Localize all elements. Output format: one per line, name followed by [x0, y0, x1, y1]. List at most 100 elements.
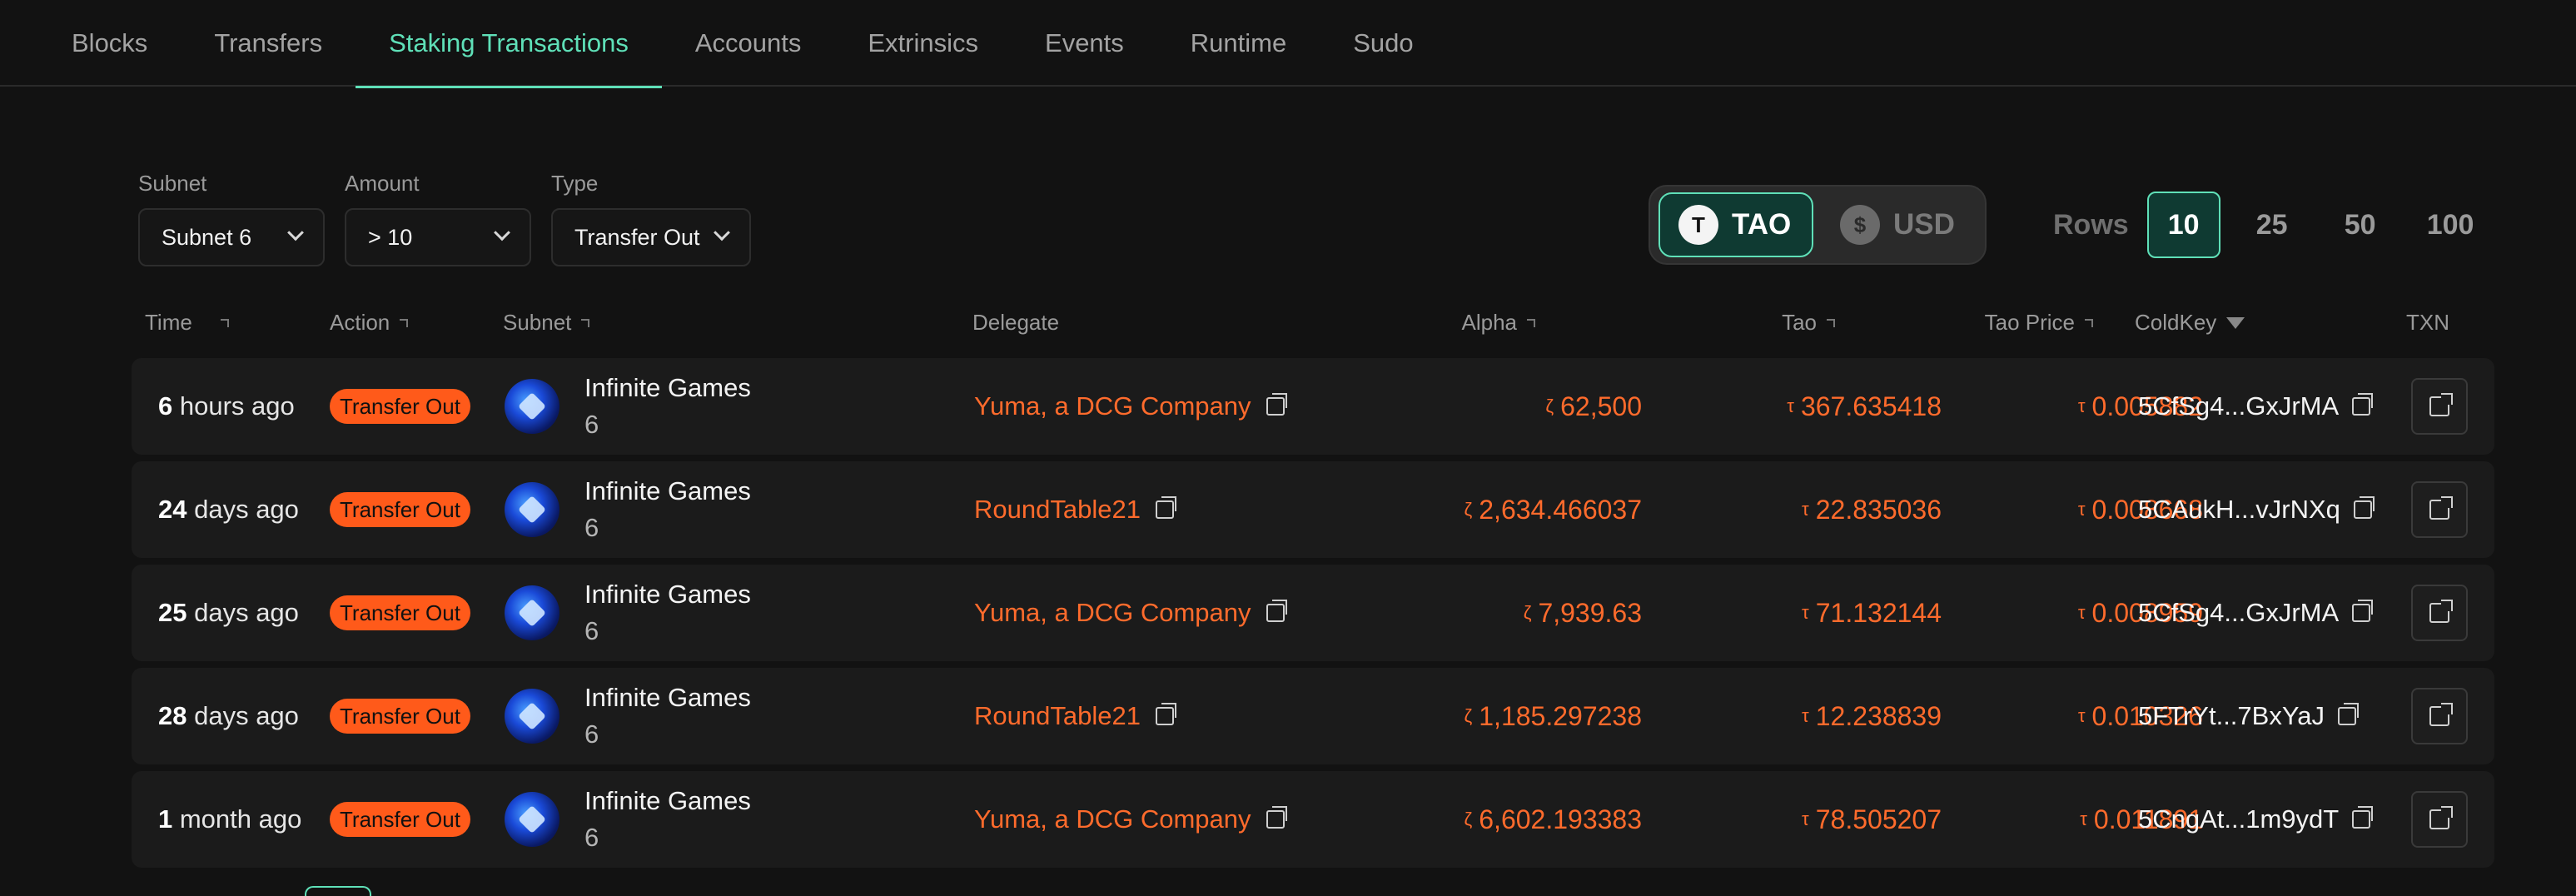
table-row[interactable]: 24 days ago Transfer Out Infinite Games …	[132, 461, 2494, 558]
time-unit: hours ago	[172, 391, 295, 421]
subnet-avatar	[505, 689, 559, 744]
alpha-amount: 7,939.63	[1538, 597, 1642, 628]
subnet-filter: Subnet Subnet 6	[138, 171, 325, 266]
currency-tao-button[interactable]: T TAO	[1658, 192, 1813, 257]
txn-button[interactable]	[2411, 585, 2468, 641]
copy-icon[interactable]	[2352, 600, 2374, 622]
rows-option-100[interactable]: 100	[2412, 192, 2489, 258]
tab-events[interactable]: Events	[1012, 0, 1157, 87]
header-subnet-label: Subnet	[503, 310, 572, 335]
copy-icon[interactable]	[1266, 393, 1287, 416]
header-tao[interactable]: Tao	[1782, 310, 1835, 336]
delegate-link[interactable]: RoundTable21	[974, 461, 1176, 558]
coldkey-link[interactable]: 5CAukH...vJrNXq	[2138, 461, 2375, 558]
rows-option-25[interactable]: 25	[2235, 192, 2309, 258]
copy-icon[interactable]	[2337, 703, 2359, 725]
tab-extrinsics[interactable]: Extrinsics	[834, 0, 1012, 87]
amount-select[interactable]: > 10	[345, 208, 531, 266]
txn-button[interactable]	[2411, 791, 2468, 848]
delegate-name: Yuma, a DCG Company	[974, 598, 1251, 627]
subnet-avatar	[505, 482, 559, 537]
rows-option-10[interactable]: 10	[2146, 192, 2220, 258]
amount-filter: Amount > 10	[345, 171, 531, 266]
time-unit: month ago	[172, 804, 302, 834]
currency-usd-button[interactable]: $ USD	[1822, 192, 1973, 257]
delegate-link[interactable]: Yuma, a DCG Company	[974, 771, 1287, 868]
coldkey-link[interactable]: 5CfSg4...GxJrMA	[2138, 358, 2374, 455]
rows-label: Rows	[2053, 208, 2129, 241]
coldkey-link[interactable]: 5CfSg4...GxJrMA	[2138, 565, 2374, 661]
header-action[interactable]: Action	[330, 310, 409, 336]
subnet-id: 6	[584, 719, 599, 749]
txn-button[interactable]	[2411, 378, 2468, 435]
tao-value: τ 71.132144	[1802, 565, 1942, 661]
type-select[interactable]: Transfer Out	[551, 208, 751, 266]
copy-icon[interactable]	[2352, 806, 2374, 829]
delegate-name: Yuma, a DCG Company	[974, 391, 1251, 421]
type-filter: Type Transfer Out	[551, 171, 751, 266]
external-link-icon	[2429, 703, 2453, 726]
subnet-name[interactable]: Infinite Games	[584, 580, 751, 610]
header-time[interactable]: Time	[145, 310, 229, 336]
tao-value: τ 367.635418	[1787, 358, 1942, 455]
tab-blocks[interactable]: Blocks	[38, 0, 181, 87]
subnet-select[interactable]: Subnet 6	[138, 208, 325, 266]
rows-option-50[interactable]: 50	[2324, 192, 2397, 258]
sort-icon	[220, 318, 229, 327]
pagination-button[interactable]	[305, 886, 371, 896]
tab-staking-transactions[interactable]: Staking Transactions	[356, 0, 662, 88]
copy-icon[interactable]	[2353, 496, 2375, 519]
copy-icon[interactable]	[1266, 600, 1287, 622]
table-row[interactable]: 1 month ago Transfer Out Infinite Games …	[132, 771, 2494, 868]
header-coldkey-label: ColdKey	[2135, 310, 2217, 335]
delegate-name: RoundTable21	[974, 495, 1141, 524]
header-subnet[interactable]: Subnet	[503, 310, 590, 336]
tab-transfers[interactable]: Transfers	[181, 0, 356, 87]
copy-icon[interactable]	[1155, 703, 1176, 725]
header-txn-label: TXN	[2406, 310, 2449, 335]
tab-sudo[interactable]: Sudo	[1320, 0, 1446, 87]
table-row[interactable]: 28 days ago Transfer Out Infinite Games …	[132, 668, 2494, 764]
header-tao-price[interactable]: Tao Price	[1985, 310, 2093, 336]
subnet-name[interactable]: Infinite Games	[584, 476, 751, 506]
delegate-link[interactable]: Yuma, a DCG Company	[974, 358, 1287, 455]
copy-icon[interactable]	[2352, 393, 2374, 416]
tao-symbol: τ	[1802, 499, 1809, 520]
delegate-link[interactable]: RoundTable21	[974, 668, 1176, 764]
header-coldkey[interactable]: ColdKey	[2135, 310, 2245, 336]
filter-icon[interactable]	[2226, 316, 2245, 329]
chevron-down-icon	[287, 224, 304, 241]
subnet-name[interactable]: Infinite Games	[584, 786, 751, 816]
header-alpha[interactable]: Alpha	[1462, 310, 1535, 336]
header-delegate: Delegate	[972, 310, 1059, 336]
alpha-symbol: ζ	[1545, 396, 1554, 416]
currency-tao-label: TAO	[1732, 208, 1792, 241]
alpha-amount: 62,500	[1560, 391, 1642, 421]
table-row[interactable]: 25 days ago Transfer Out Infinite Games …	[132, 565, 2494, 661]
copy-icon[interactable]	[1266, 806, 1287, 829]
coldkey-link[interactable]: 5FTrYt...7BxYaJ	[2138, 668, 2359, 764]
subnet-avatar	[505, 379, 559, 434]
tab-runtime[interactable]: Runtime	[1157, 0, 1320, 87]
subnet-name[interactable]: Infinite Games	[584, 373, 751, 403]
row-time: 24 days ago	[158, 461, 299, 558]
action-badge: Transfer Out	[330, 802, 470, 837]
txn-button[interactable]	[2411, 481, 2468, 538]
rows-selector: Rows 10 25 50 100	[2053, 192, 2504, 258]
alpha-symbol: ζ	[1464, 705, 1473, 726]
tab-accounts[interactable]: Accounts	[662, 0, 835, 87]
tao-value: τ 22.835036	[1802, 461, 1942, 558]
delegate-link[interactable]: Yuma, a DCG Company	[974, 565, 1287, 661]
coldkey-link[interactable]: 5CngAt...1m9ydT	[2138, 771, 2374, 868]
copy-icon[interactable]	[1155, 496, 1176, 519]
txn-button[interactable]	[2411, 688, 2468, 744]
time-value: 28	[158, 701, 187, 730]
row-time: 6 hours ago	[158, 358, 295, 455]
external-link-icon	[2429, 393, 2453, 416]
tao-amount: 78.505207	[1815, 804, 1942, 834]
time-value: 1	[158, 804, 173, 834]
table-row[interactable]: 6 hours ago Transfer Out Infinite Games …	[132, 358, 2494, 455]
action-badge: Transfer Out	[330, 389, 470, 424]
subnet-name[interactable]: Infinite Games	[584, 683, 751, 713]
table-header: Time Action Subnet Delegate Alpha Tao Ta…	[0, 310, 2576, 343]
